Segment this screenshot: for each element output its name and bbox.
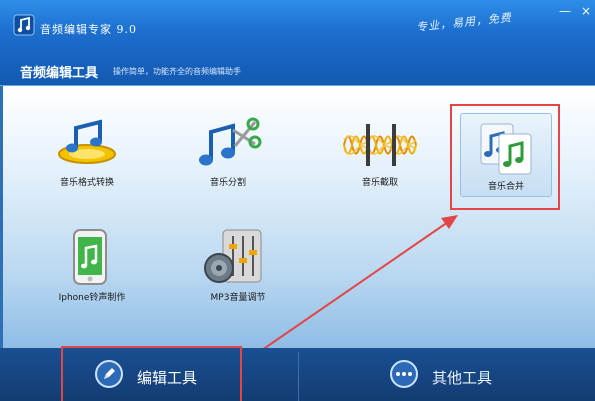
tab-other-tools[interactable]: 其他工具 [370, 348, 530, 401]
highlight-box-edit-tools [61, 346, 242, 401]
app-window: 音频编辑专家 9.0 专业，易用，免费 — × 音频编辑工具 操作简单，功能齐全… [0, 0, 595, 401]
tab-label: 其他工具 [432, 369, 493, 387]
annotation-arrow [261, 215, 458, 351]
more-dots-icon [390, 360, 418, 388]
nav-divider [298, 352, 299, 401]
